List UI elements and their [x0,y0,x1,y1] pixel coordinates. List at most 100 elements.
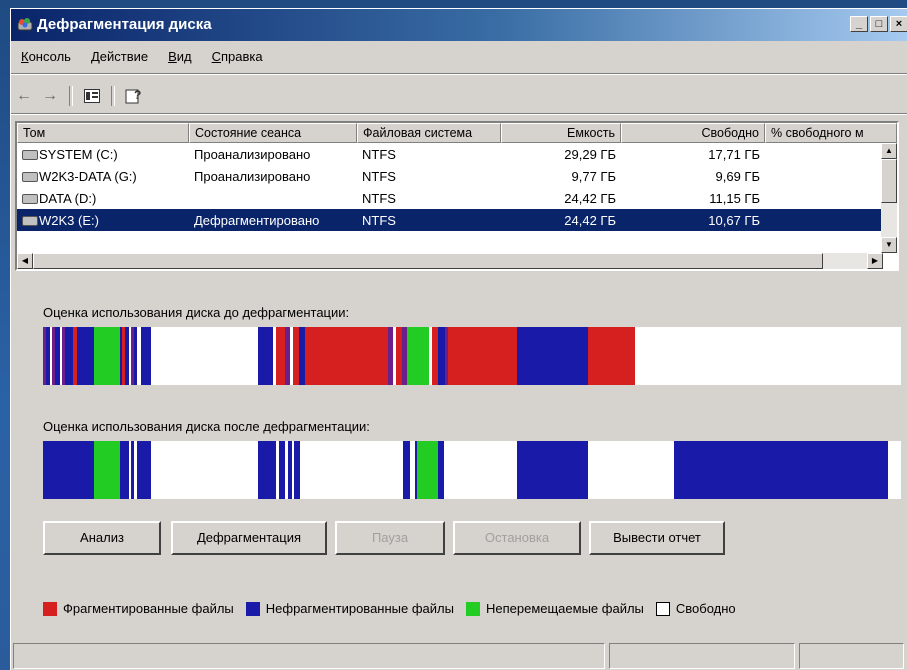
minimize-button[interactable]: _ [850,16,868,32]
title-bar[interactable]: Дефрагментация диска _ □ × [11,9,907,41]
free-space: 10,67 ГБ [708,212,760,228]
volume-name: DATA (D:) [39,190,97,206]
unmovable-swatch [465,601,480,616]
status-pane [13,643,605,669]
horizontal-scroll-thumb[interactable] [33,253,823,269]
legend-label: Фрагментированные файлы [63,601,234,616]
cluster-segment [516,441,588,499]
column-header-volume[interactable]: Том [17,123,189,143]
cluster-segment [304,327,388,385]
menu-divider [11,73,907,75]
horizontal-scrollbar[interactable]: ◀ ▶ [17,253,883,269]
table-row-selected[interactable]: W2K3 (E:) Дефрагментировано NTFS 24,42 Г… [17,209,883,231]
table-row[interactable]: DATA (D:) NTFS 24,42 ГБ 11,15 ГБ [17,187,883,209]
cluster-segment [276,327,285,385]
back-arrow-icon[interactable]: ← [11,85,37,107]
capacity: 24,42 ГБ [564,190,616,206]
before-defrag-bar [43,327,901,385]
scroll-right-icon[interactable]: ▶ [867,253,883,269]
scroll-left-icon[interactable]: ◀ [17,253,33,269]
cluster-segment [587,327,636,385]
column-header-status[interactable]: Состояние сеанса [189,123,357,143]
fragmented-swatch [43,601,57,616]
status-pane [609,643,795,669]
free-swatch [655,601,670,616]
cluster-segment [94,327,121,385]
cluster-segment [257,327,273,385]
defrag-window: Дефрагментация диска _ □ × Консоль Дейст… [10,8,907,670]
column-header-capacity[interactable]: Емкость [501,123,621,143]
vertical-scrollbar[interactable]: ▲ ▼ [881,143,897,253]
scroll-down-icon[interactable]: ▼ [881,237,897,253]
table-row[interactable]: W2K3-DATA (G:) Проанализировано NTFS 9,7… [17,165,883,187]
menu-view[interactable]: Вид [158,47,202,69]
help-icon[interactable]: ? [121,85,147,107]
legend-free: Свободно [655,601,736,616]
cluster-segment [673,441,889,499]
vertical-scroll-thumb[interactable] [881,159,897,203]
legend-label: Неперемещаемые файлы [485,601,644,616]
analyze-button[interactable]: Анализ [43,521,161,555]
view-report-button[interactable]: Вывести отчет [589,521,725,555]
column-header-percent-free[interactable]: % свободного м [765,123,897,143]
cluster-segment [65,327,74,385]
cluster-segment [120,441,129,499]
list-header: Том Состояние сеанса Файловая система Ем… [17,123,897,143]
cluster-segment [437,327,445,385]
cluster-segment [137,441,152,499]
forward-arrow-icon[interactable]: → [37,85,63,107]
menu-console[interactable]: Консоль [11,47,81,69]
session-status: Проанализировано [194,168,311,184]
toolbar-divider [11,113,907,115]
defragment-button[interactable]: Дефрагментация [171,521,327,555]
session-status: Дефрагментировано [194,212,320,228]
menu-action[interactable]: Действие [81,47,158,69]
file-system: NTFS [362,190,396,206]
cluster-segment [406,327,430,385]
legend-label: Свободно [675,601,736,616]
file-system: NTFS [362,168,396,184]
session-status: Проанализировано [194,146,311,162]
close-button[interactable]: × [890,16,907,32]
legend-contiguous: Нефрагментированные файлы [245,601,454,616]
volume-list[interactable]: Том Состояние сеанса Файловая система Ем… [15,121,899,271]
menu-help[interactable]: Справка [202,47,273,69]
legend-label: Нефрагментированные файлы [265,601,454,616]
cluster-segment [516,327,588,385]
drive-icon [22,216,38,227]
toolbar-separator [111,86,115,106]
drive-icon [22,150,38,161]
cluster-segment [294,441,301,499]
capacity: 24,42 ГБ [564,212,616,228]
table-row[interactable]: SYSTEM (C:) Проанализировано NTFS 29,29 … [17,143,883,165]
pause-button[interactable]: Пауза [335,521,445,555]
free-space: 11,15 ГБ [709,190,760,206]
status-pane [799,643,904,669]
volume-name: SYSTEM (C:) [39,146,118,162]
free-space: 9,69 ГБ [715,168,760,184]
cluster-segment [257,441,277,499]
legend-fragmented: Фрагментированные файлы [43,601,234,616]
before-defrag-label: Оценка использования диска до дефрагмент… [43,305,350,320]
cluster-segment [43,441,95,499]
maximize-button[interactable]: □ [870,16,888,32]
cluster-segment [94,441,121,499]
stop-button[interactable]: Остановка [453,521,581,555]
capacity: 29,29 ГБ [564,146,616,162]
toolbar: ← → ? [11,83,147,109]
volume-rows: SYSTEM (C:) Проанализировано NTFS 29,29 … [17,143,883,231]
capacity: 9,77 ГБ [571,168,616,184]
file-system: NTFS [362,212,396,228]
column-header-filesystem[interactable]: Файловая система [357,123,501,143]
file-system: NTFS [362,146,396,162]
column-header-free[interactable]: Свободно [621,123,765,143]
contiguous-swatch [245,601,260,616]
after-defrag-label: Оценка использования диска после дефрагм… [43,419,370,434]
scroll-up-icon[interactable]: ▲ [881,143,897,159]
show-hide-tree-icon[interactable] [79,85,105,107]
defrag-app-icon [17,18,33,31]
window-title: Дефрагментация диска [37,16,212,33]
drive-icon [22,194,38,205]
legend-unmovable: Неперемещаемые файлы [465,601,644,616]
toolbar-separator [69,86,73,106]
